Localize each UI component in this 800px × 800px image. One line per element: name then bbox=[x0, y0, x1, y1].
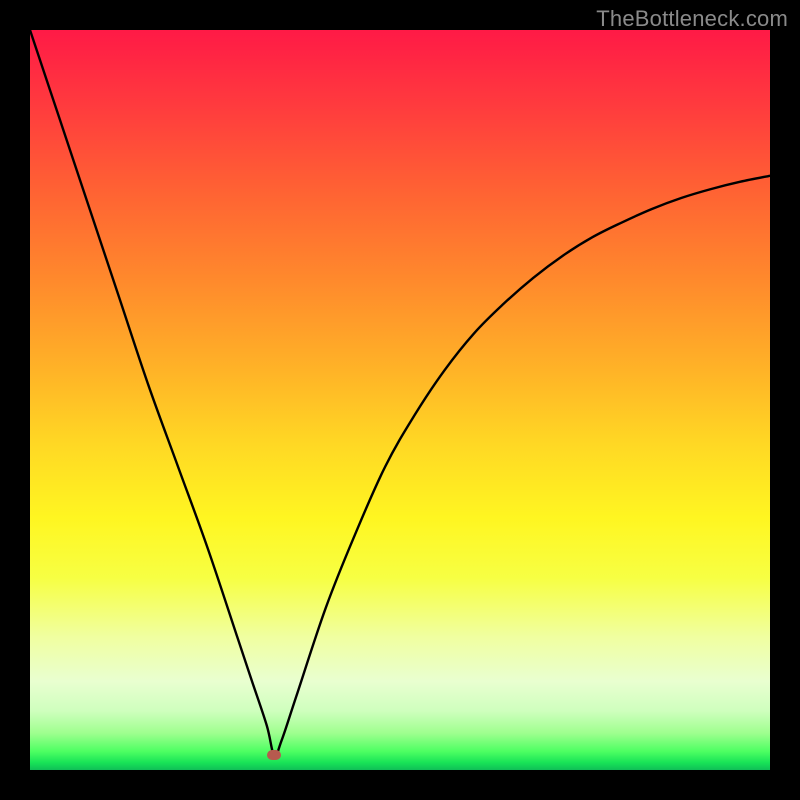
bottleneck-curve bbox=[30, 30, 770, 770]
chart-frame: TheBottleneck.com bbox=[0, 0, 800, 800]
optimal-point-marker bbox=[267, 750, 281, 760]
plot-area bbox=[30, 30, 770, 770]
watermark-text: TheBottleneck.com bbox=[596, 6, 788, 32]
